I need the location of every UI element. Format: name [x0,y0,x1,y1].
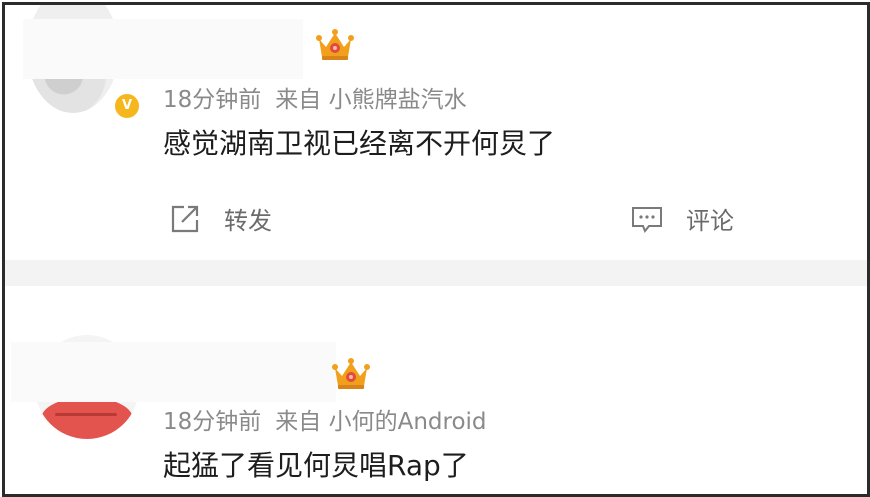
post-source-prefix: 来自 [275,409,322,435]
share-external-icon [171,205,199,232]
post-time: 18分钟前 [163,409,262,435]
verified-v-icon: V [113,92,141,120]
post-source-prefix: 来自 [275,87,322,113]
post-time: 18分钟前 [163,87,262,113]
username-redacted [11,342,336,402]
post-source-link[interactable]: 小何的Android [329,409,487,435]
repost-label: 转发 [224,207,272,235]
username-redacted [23,19,303,79]
post-meta: 18分钟前 来自 小何的Android [163,402,487,436]
comment-bubble-icon [632,206,662,233]
crown-badge-icon [316,29,354,60]
crown-badge-icon [332,358,370,389]
post-meta: 18分钟前 来自 小熊牌盐汽水 [163,80,467,114]
comment-button[interactable]: 评论 [630,201,734,236]
post-text: 起猛了看见何炅唱Rap了 [163,449,469,482]
post-card: 18分钟前 来自 小何的Android 起猛了看见何炅唱Rap了 [5,287,867,494]
post-source-link[interactable]: 小熊牌盐汽水 [329,87,467,113]
post-card: V 18分钟前 来自 小熊牌盐汽水 感觉湖南卫视已经离不开何炅了 转发 评论 [5,5,867,257]
post-text: 感觉湖南卫视已经离不开何炅了 [163,127,556,160]
feed-separator [5,260,867,286]
comment-label: 评论 [686,207,734,235]
repost-button[interactable]: 转发 [168,201,272,236]
feed-frame: V 18分钟前 来自 小熊牌盐汽水 感觉湖南卫视已经离不开何炅了 转发 评论 1… [2,2,870,497]
